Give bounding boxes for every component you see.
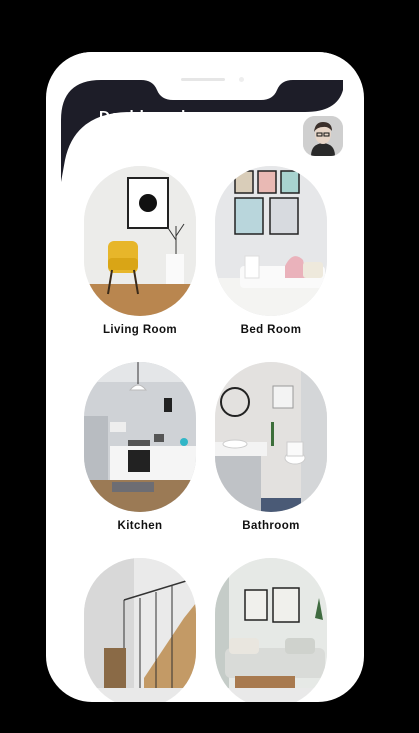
bathroom-photo (215, 362, 327, 512)
user-avatar-icon[interactable] (303, 116, 343, 156)
room-label: Kitchen (117, 520, 163, 532)
room-label: Bed Room (240, 324, 302, 336)
phone-bezel (46, 52, 364, 72)
room-card-kitchen[interactable]: Kitchen (84, 362, 196, 532)
bed-room-photo (215, 166, 327, 316)
staircase-photo (84, 558, 196, 702)
page-title: Dashboard (99, 108, 187, 125)
phone-frame: Dashboard Living Room Bed Room Kitchen B… (46, 52, 364, 702)
room-card-bed-room[interactable]: Bed Room (215, 166, 327, 336)
room-card-living-room[interactable]: Living Room (84, 166, 196, 336)
room-card-bathroom[interactable]: Bathroom (215, 362, 327, 532)
room-label: Bathroom (242, 520, 300, 532)
room-card-lounge[interactable] (215, 558, 327, 702)
lounge-photo (215, 558, 327, 702)
front-camera (239, 77, 244, 82)
speaker-grille (181, 78, 225, 81)
living-room-photo (84, 166, 196, 316)
room-label: Living Room (102, 324, 178, 336)
kitchen-photo (84, 362, 196, 512)
room-card-staircase[interactable] (84, 558, 196, 702)
